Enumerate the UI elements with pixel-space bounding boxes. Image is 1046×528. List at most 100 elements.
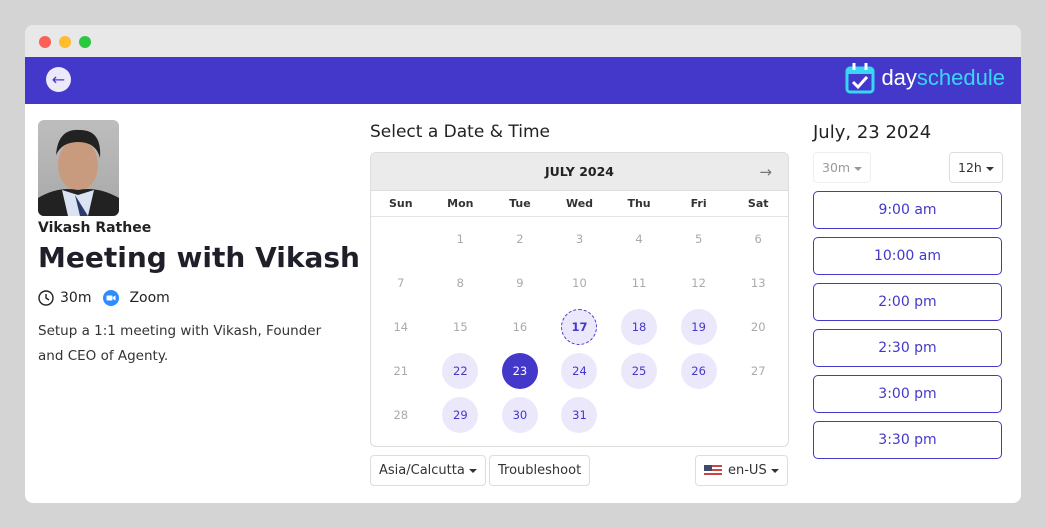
day-cell: 11 bbox=[609, 261, 669, 305]
weekday-label: Sun bbox=[371, 191, 431, 217]
weekday-label: Tue bbox=[490, 191, 550, 217]
weekday-label: Sat bbox=[728, 191, 788, 217]
day-19[interactable]: 19 bbox=[680, 309, 717, 345]
close-window-button[interactable] bbox=[39, 36, 51, 48]
day-18[interactable]: 18 bbox=[621, 309, 658, 345]
day-10: 10 bbox=[572, 276, 587, 290]
host-name: Vikash Rathee bbox=[38, 220, 152, 236]
clock-icon bbox=[38, 290, 54, 306]
day-cell: 29 bbox=[431, 393, 491, 437]
day-24[interactable]: 24 bbox=[561, 353, 598, 389]
time-slot-button[interactable]: 3:30 pm bbox=[813, 421, 1002, 459]
day-30[interactable]: 30 bbox=[501, 397, 538, 433]
day-cell: 6 bbox=[728, 217, 788, 261]
event-title: Meeting with Vikash bbox=[38, 241, 360, 274]
day-cell: 23 bbox=[490, 349, 550, 393]
next-month-button[interactable]: → bbox=[759, 153, 772, 191]
logo-text-accent: schedule bbox=[916, 65, 1005, 90]
day-3: 3 bbox=[575, 232, 584, 246]
day-cell: 24 bbox=[550, 349, 610, 393]
arrow-left-icon: ← bbox=[51, 70, 66, 89]
day-7: 7 bbox=[397, 276, 405, 290]
day-cell: 12 bbox=[669, 261, 729, 305]
caret-down-icon bbox=[468, 468, 477, 473]
day-22[interactable]: 22 bbox=[442, 353, 479, 389]
day-5: 5 bbox=[694, 232, 703, 246]
month-label: JULY 2024 bbox=[544, 164, 614, 179]
day-26[interactable]: 26 bbox=[680, 353, 717, 389]
weekday-label: Thu bbox=[609, 191, 669, 217]
day-16: 16 bbox=[512, 320, 528, 334]
day-cell: 25 bbox=[609, 349, 669, 393]
day-31[interactable]: 31 bbox=[561, 397, 598, 433]
time-slot-button[interactable]: 9:00 am bbox=[813, 191, 1002, 229]
day-21: 21 bbox=[393, 364, 409, 378]
day-25[interactable]: 25 bbox=[621, 353, 658, 389]
logo-text: day bbox=[881, 65, 917, 90]
duration-dropdown[interactable]: 30m bbox=[813, 152, 872, 183]
day-17[interactable]: 17 bbox=[561, 309, 598, 345]
day-cell: 28 bbox=[371, 393, 431, 437]
weekday-label: Wed bbox=[549, 191, 610, 217]
day-cell: 18 bbox=[609, 305, 669, 349]
calendar-check-icon bbox=[845, 63, 875, 94]
event-duration: 30m bbox=[60, 290, 92, 306]
time-format-dropdown[interactable]: 12h bbox=[949, 152, 1003, 183]
locale-dropdown[interactable]: en-US bbox=[695, 455, 788, 486]
time-slot-button[interactable]: 10:00 am bbox=[813, 237, 1002, 275]
day-9: 9 bbox=[516, 276, 524, 290]
day-14: 14 bbox=[393, 320, 409, 334]
day-cell: 9 bbox=[490, 261, 550, 305]
day-cell: 30 bbox=[490, 393, 550, 437]
day-6: 6 bbox=[754, 232, 762, 246]
day-12: 12 bbox=[691, 276, 706, 290]
browser-window: ← dayschedule Vikash Rathee Meeting with… bbox=[25, 25, 1021, 503]
timezone-label: Asia/Calcutta bbox=[379, 463, 465, 478]
time-format-label: 12h bbox=[958, 160, 982, 175]
day-cell: 8 bbox=[431, 261, 491, 305]
event-location: Zoom bbox=[129, 290, 170, 306]
avatar bbox=[38, 120, 119, 216]
day-cell: 5 bbox=[669, 217, 729, 261]
time-slot-button[interactable]: 3:00 pm bbox=[813, 375, 1002, 413]
event-meta: 30m Zoom bbox=[38, 290, 170, 306]
day-27: 27 bbox=[750, 364, 766, 378]
time-slot-button[interactable]: 2:30 pm bbox=[813, 329, 1002, 367]
day-cell: 13 bbox=[728, 261, 788, 305]
duration-label: 30m bbox=[822, 160, 851, 175]
day-cell: 16 bbox=[490, 305, 550, 349]
header-bar: ← dayschedule bbox=[25, 57, 1021, 104]
day-11: 11 bbox=[631, 276, 647, 290]
day-cell: 21 bbox=[371, 349, 431, 393]
event-description: Setup a 1:1 meeting with Vikash, Founder… bbox=[38, 323, 322, 364]
selected-date: July, 23 2024 bbox=[813, 122, 932, 143]
calendar-header: JULY 2024 → bbox=[371, 153, 788, 191]
day-cell: 15 bbox=[431, 305, 491, 349]
day-cell: 31 bbox=[550, 393, 610, 437]
day-4: 4 bbox=[635, 232, 643, 246]
day-grid: 1 2 3 4 5 6 7 8 9 10 11 12 13 14 15 16 17 18 19 20 21 22 23 24 2… bbox=[371, 217, 788, 437]
day-cell: 10 bbox=[550, 261, 610, 305]
minimize-window-button[interactable] bbox=[59, 36, 71, 48]
calendar-heading: Select a Date & Time bbox=[370, 122, 550, 142]
title-bar bbox=[25, 25, 1021, 57]
us-flag-icon bbox=[704, 464, 722, 477]
weekday-label: Mon bbox=[430, 191, 491, 217]
day-cell: 22 bbox=[431, 349, 491, 393]
day-28: 28 bbox=[393, 408, 409, 422]
back-button[interactable]: ← bbox=[46, 67, 71, 92]
day-cell: 26 bbox=[669, 349, 729, 393]
day-cell: 19 bbox=[669, 305, 729, 349]
zoom-icon bbox=[103, 290, 120, 306]
time-slot-button[interactable]: 2:00 pm bbox=[813, 283, 1002, 321]
day-29[interactable]: 29 bbox=[442, 397, 479, 433]
timezone-dropdown[interactable]: Asia/Calcutta bbox=[370, 455, 486, 486]
weekday-row: Sun Mon Tue Wed Thu Fri Sat bbox=[371, 191, 788, 217]
calendar: JULY 2024 → Sun Mon Tue Wed Thu Fri Sat 12 3 4 5 6… bbox=[370, 152, 789, 447]
caret-down-icon bbox=[854, 166, 863, 171]
day-20: 20 bbox=[750, 320, 766, 334]
maximize-window-button[interactable] bbox=[79, 36, 91, 48]
troubleshoot-button[interactable]: Troubleshoot bbox=[489, 455, 591, 486]
caret-down-icon bbox=[985, 166, 994, 171]
day-23-selected[interactable]: 23 bbox=[501, 353, 538, 389]
